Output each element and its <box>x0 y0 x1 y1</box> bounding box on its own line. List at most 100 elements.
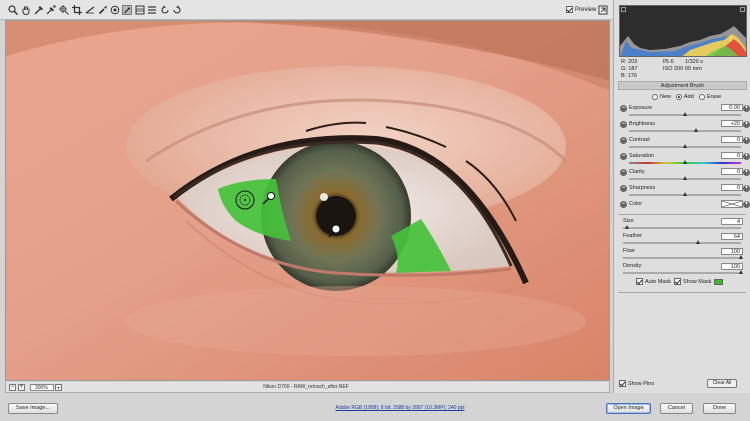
mode-new[interactable]: New <box>652 94 671 100</box>
bottom-bar: Save Image... Adobe RGB (1998); 8 bit; 2… <box>0 396 750 421</box>
cancel-button[interactable]: Cancel <box>660 403 693 414</box>
color-minus-button[interactable]: − <box>620 201 627 208</box>
feather-track[interactable] <box>623 242 741 244</box>
fullscreen-icon[interactable] <box>598 5 608 15</box>
rotate-right-icon[interactable] <box>172 5 182 15</box>
brightness-plus-button[interactable]: + <box>743 121 750 128</box>
mask-color-swatch[interactable] <box>714 278 724 285</box>
panel-title: Adjustment Brush <box>618 81 747 90</box>
feather-thumb[interactable] <box>696 240 701 244</box>
divider <box>618 214 746 215</box>
contrast-plus-button[interactable]: + <box>743 137 750 144</box>
preview-toggle[interactable]: Preview <box>566 6 596 13</box>
preferences-icon[interactable] <box>147 5 157 15</box>
contrast-minus-button[interactable]: − <box>620 137 627 144</box>
flow-track[interactable] <box>623 257 741 259</box>
size-value[interactable]: 4 <box>721 218 743 225</box>
zoom-in-button[interactable]: + <box>18 384 25 391</box>
workflow-options-link[interactable]: Adobe RGB (1998); 8 bit; 2588 by 3997 (1… <box>300 405 500 411</box>
contrast-thumb[interactable] <box>682 144 687 148</box>
auto-mask-checkbox[interactable] <box>636 278 643 285</box>
done-button[interactable]: Done <box>703 403 736 414</box>
crop-icon[interactable] <box>72 5 82 15</box>
preview-label: Preview <box>575 6 597 13</box>
flow-thumb[interactable] <box>738 255 743 259</box>
divider <box>618 292 746 293</box>
density-thumb[interactable] <box>738 270 743 274</box>
clarity-plus-button[interactable]: + <box>743 169 750 176</box>
rotate-left-icon[interactable] <box>160 5 170 15</box>
show-mask-toggle[interactable]: Show Mask <box>673 278 711 285</box>
brightness-track[interactable] <box>629 130 741 132</box>
white-balance-icon[interactable] <box>34 5 44 15</box>
brush-mode-group: New Add Erase <box>652 94 721 100</box>
contrast-value[interactable]: 0 <box>721 136 743 143</box>
adjustment-pin[interactable] <box>267 192 275 200</box>
adjustment-brush-icon[interactable] <box>122 5 132 15</box>
radio-erase[interactable] <box>698 94 705 100</box>
show-pins-checkbox[interactable] <box>619 380 626 387</box>
zoom-icon[interactable] <box>8 5 18 15</box>
sharpness-slider-row: − Sharpness 0 + <box>614 184 750 200</box>
zoom-level[interactable]: 300% <box>30 384 54 391</box>
feather-value[interactable]: 64 <box>721 233 743 240</box>
brightness-value[interactable]: +20 <box>721 120 743 127</box>
right-panel: R: 203 G: 187 B: 176 f/5.6 1/320 s ISO 20… <box>613 0 750 393</box>
highlight-clipping-icon[interactable] <box>740 7 745 12</box>
clarity-minus-button[interactable]: − <box>620 169 627 176</box>
saturation-value[interactable]: 0 <box>721 152 743 159</box>
shadow-clipping-icon[interactable] <box>621 7 626 12</box>
saturation-slider-row: − Saturation 0 + <box>614 152 750 168</box>
saturation-plus-button[interactable]: + <box>743 153 750 160</box>
density-value[interactable]: 100 <box>721 263 743 270</box>
radio-new[interactable] <box>652 94 658 100</box>
exposure-minus-button[interactable]: − <box>620 105 627 112</box>
color-swatch[interactable] <box>721 200 743 208</box>
show-mask-checkbox[interactable] <box>673 278 681 285</box>
zoom-dropdown[interactable]: ▾ <box>55 384 62 391</box>
radio-add[interactable] <box>676 94 683 100</box>
graduated-filter-icon[interactable] <box>135 5 145 15</box>
active-pin[interactable] <box>331 224 341 234</box>
brightness-thumb[interactable] <box>693 128 698 132</box>
rgb-readout: R: 203 G: 187 B: 176 <box>621 59 638 79</box>
spot-removal-icon[interactable] <box>98 5 108 15</box>
exposure-thumb[interactable] <box>682 112 687 116</box>
flow-value[interactable]: 100 <box>721 248 743 255</box>
straighten-icon[interactable] <box>85 5 95 15</box>
brightness-minus-button[interactable]: − <box>620 121 627 128</box>
zoom-out-button[interactable]: − <box>9 384 16 391</box>
saturation-thumb[interactable] <box>682 160 687 164</box>
sharpness-thumb[interactable] <box>682 192 687 196</box>
mode-add[interactable]: Add <box>676 94 694 100</box>
size-thumb[interactable] <box>625 225 630 229</box>
sharpness-value[interactable]: 0 <box>721 184 743 191</box>
color-sampler-icon[interactable] <box>46 5 56 15</box>
exposure-value[interactable]: 0.00 <box>721 104 743 111</box>
histogram <box>619 5 747 57</box>
clarity-thumb[interactable] <box>682 176 687 180</box>
contrast-slider-row: − Contrast 0 + <box>614 136 750 152</box>
eye-photo <box>6 21 609 380</box>
sharpness-minus-button[interactable]: − <box>620 185 627 192</box>
sharpness-plus-button[interactable]: + <box>743 185 750 192</box>
density-track[interactable] <box>623 272 741 274</box>
red-eye-icon[interactable] <box>110 5 120 15</box>
mode-erase[interactable]: Erase <box>698 94 721 100</box>
preview-checkbox[interactable] <box>566 6 573 13</box>
size-track[interactable] <box>623 227 741 229</box>
status-bar: − + 300% ▾ Nikon D700 - RAW_retouch_afte… <box>5 382 610 393</box>
hand-icon[interactable] <box>21 5 31 15</box>
targeted-adjustment-icon[interactable] <box>59 5 69 15</box>
exposure-plus-button[interactable]: + <box>743 105 750 112</box>
image-canvas[interactable] <box>5 20 610 381</box>
auto-mask-toggle[interactable]: Auto Mask <box>636 278 671 285</box>
clear-all-button[interactable]: Clear All <box>707 379 737 388</box>
open-image-button[interactable]: Open Image <box>606 403 651 414</box>
clarity-value[interactable]: 0 <box>721 168 743 175</box>
feather-slider-row: Feather 64 <box>614 233 750 247</box>
color-plus-button[interactable]: + <box>743 201 750 208</box>
saturation-minus-button[interactable]: − <box>620 153 627 160</box>
save-image-button[interactable]: Save Image... <box>8 403 58 414</box>
show-pins-toggle[interactable]: Show Pins <box>619 380 654 387</box>
